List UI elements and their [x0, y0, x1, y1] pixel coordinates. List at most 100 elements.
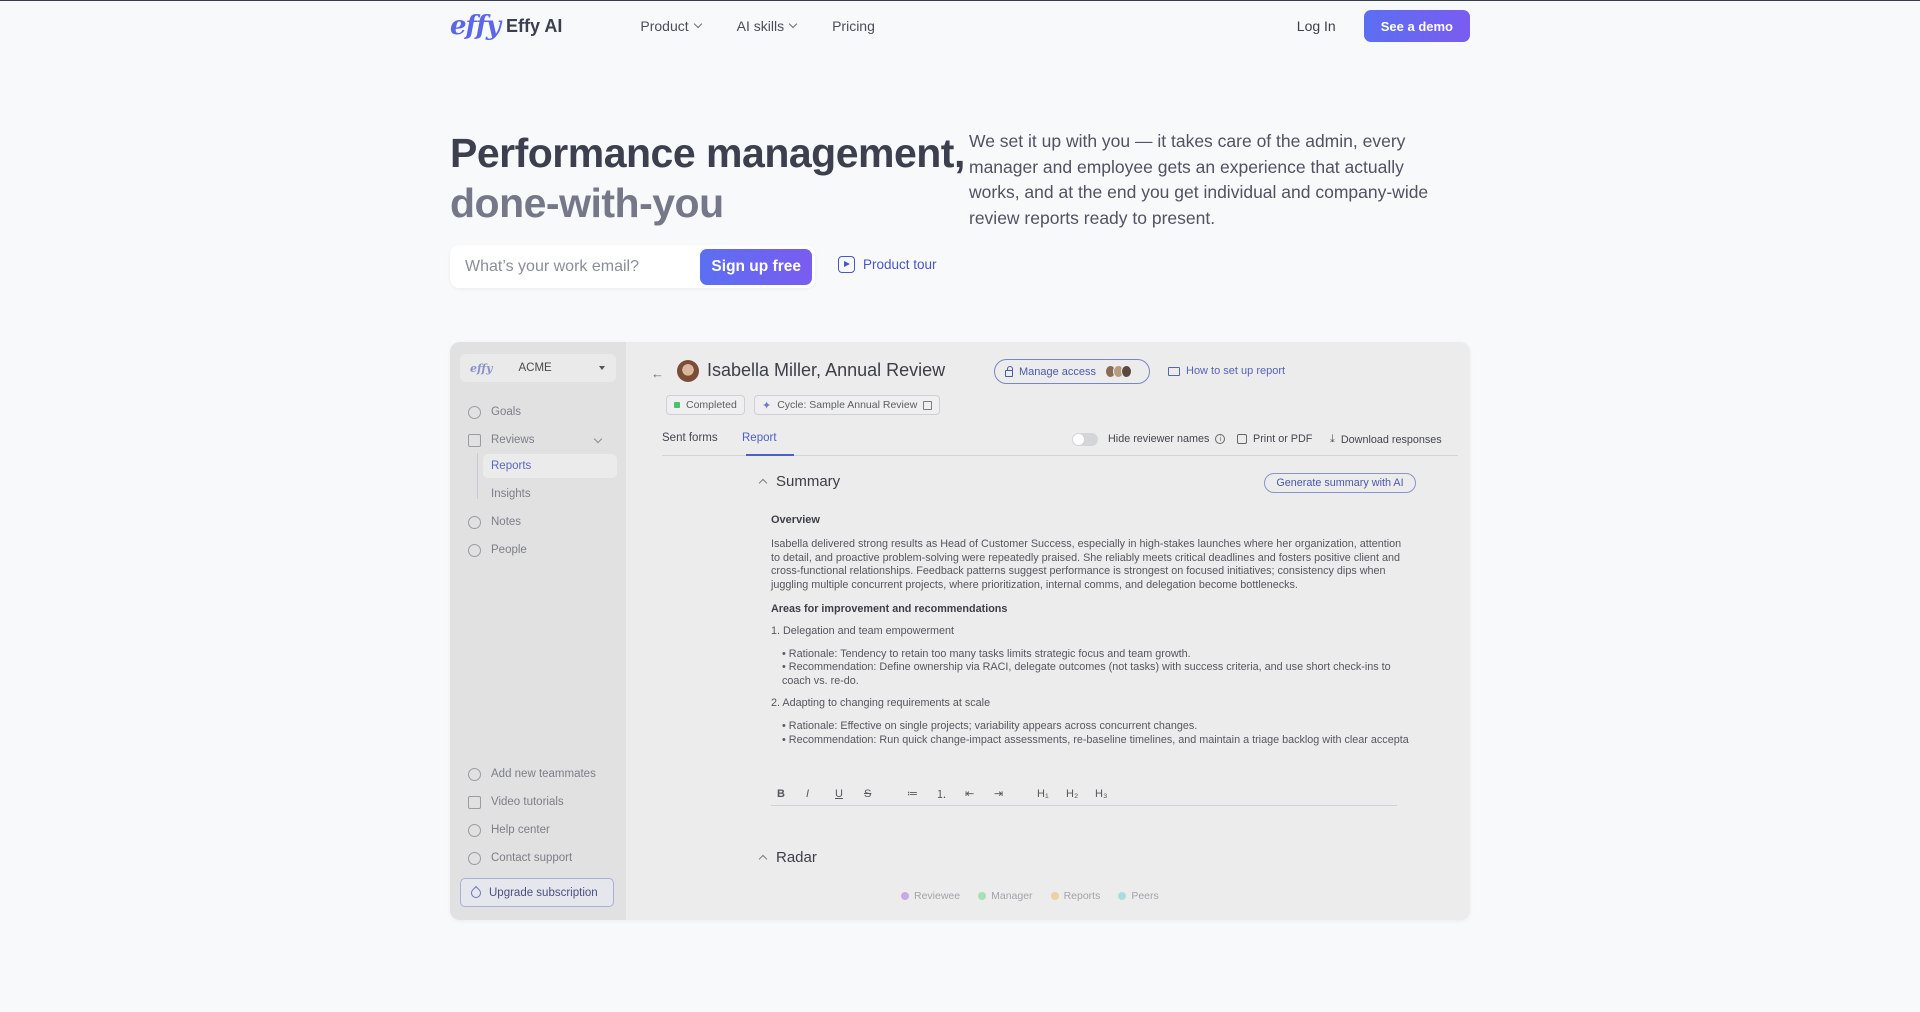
login-link[interactable]: Log In	[1297, 18, 1336, 34]
printer-icon	[1237, 434, 1247, 444]
back-arrow-icon[interactable]: ←	[651, 366, 664, 381]
sidebar-item-label: Contact support	[491, 852, 573, 864]
strikethrough-button[interactable]: S	[858, 788, 887, 800]
org-logo: effy	[470, 361, 493, 375]
generate-summary-button[interactable]: Generate summary with AI	[1264, 473, 1416, 493]
nav-ai-skills-label: AI skills	[736, 18, 785, 34]
cycle-badge[interactable]: ✦ Cycle: Sample Annual Review	[754, 395, 941, 415]
hero-title: Performance management, done-with-you	[450, 128, 965, 228]
email-field[interactable]	[450, 257, 701, 276]
heading3-button[interactable]: H₃	[1089, 788, 1118, 800]
editor-toolbar: B I U S ≔ ⒈ ⇤ ⇥ H₁ H₂ H₃	[771, 782, 1397, 806]
report-tabs: Sent forms Report Hide reviewer names i …	[662, 426, 1458, 456]
nav-product[interactable]: Product	[640, 18, 702, 34]
logo[interactable]: effy Effy AI	[450, 11, 562, 41]
download-button[interactable]: ⤓ Download responses	[1330, 433, 1442, 446]
product-tour-link[interactable]: Product tour	[838, 256, 937, 273]
improvement-item-1: 1. Delegation and team empowerment	[771, 624, 955, 637]
legend-item-peers: Peers	[1118, 890, 1159, 902]
upgrade-button[interactable]: Upgrade subscription	[460, 878, 614, 907]
summary-content[interactable]: Overview Isabella delivered strong resul…	[771, 514, 1411, 747]
bold-button[interactable]: B	[771, 788, 800, 800]
hide-names-toggle[interactable]	[1072, 433, 1098, 446]
hero-title-line1: Performance management,	[450, 130, 965, 176]
status-badge: Completed	[666, 395, 745, 415]
sidebar-item-label: Help center	[491, 824, 550, 836]
sidebar-item-label: Video tutorials	[491, 796, 564, 808]
sidebar-add-teammates[interactable]: Add new teammates	[468, 764, 596, 784]
play-icon	[838, 256, 855, 273]
signup-form: Sign up free	[450, 245, 815, 288]
manage-access-button[interactable]: Manage access	[994, 359, 1150, 384]
caret-down-icon	[599, 366, 605, 370]
info-icon: i	[1215, 434, 1226, 444]
indent-button[interactable]: ⇥	[988, 787, 1017, 800]
numbered-list-button[interactable]: ⒈	[930, 786, 959, 802]
bullet-list-button[interactable]: ≔	[901, 787, 930, 800]
access-avatars	[1105, 365, 1133, 378]
areas-heading: Areas for improvement and recommendation…	[771, 602, 1008, 615]
review-name: Annual Review	[825, 360, 946, 380]
improvement-item-2-recommendation: • Recommendation: Run quick change-impac…	[782, 733, 1409, 746]
print-button[interactable]: Print or PDF	[1237, 433, 1312, 445]
submenu-line	[477, 453, 478, 499]
improvement-item-1-rationale: • Rationale: Tendency to retain too many…	[782, 647, 1191, 660]
sidebar-item-people[interactable]: People	[468, 540, 527, 560]
hero-description: We set it up with you — it takes care of…	[969, 131, 1429, 228]
target-icon	[468, 405, 481, 419]
download-icon: ⤓	[1330, 433, 1335, 445]
logo-mark: effy	[450, 11, 501, 41]
sparkle-icon: ✦	[762, 399, 772, 412]
status-label: Completed	[686, 399, 737, 411]
avatar	[677, 360, 699, 382]
support-icon	[468, 851, 481, 865]
how-to-link[interactable]: How to set up report	[1168, 365, 1285, 377]
book-icon	[1168, 366, 1180, 376]
sidebar-contact-support[interactable]: Contact support	[468, 848, 572, 868]
sidebar-help-center[interactable]: Help center	[468, 820, 550, 840]
sidebar-item-reviews[interactable]: Reviews	[468, 430, 534, 450]
rocket-icon	[468, 885, 484, 900]
outdent-button[interactable]: ⇤	[959, 787, 988, 800]
help-icon	[468, 823, 481, 837]
avatar	[1121, 365, 1133, 378]
underline-button[interactable]: U	[829, 788, 858, 800]
nav-ai-skills[interactable]: AI skills	[736, 18, 798, 34]
radar-legend: Reviewee Manager Reports Peers	[901, 890, 1159, 902]
sidebar-item-notes[interactable]: Notes	[468, 512, 521, 532]
nav-pricing[interactable]: Pricing	[832, 18, 875, 34]
legend-item-reviewee: Reviewee	[901, 890, 960, 902]
sidebar-item-insights[interactable]: Insights	[483, 482, 617, 506]
chevron-up-icon	[758, 854, 768, 864]
signup-button[interactable]: Sign up free	[700, 248, 812, 285]
add-user-icon	[468, 767, 481, 781]
sidebar-item-goals[interactable]: Goals	[468, 402, 521, 422]
top-border	[0, 0, 1920, 1]
sidebar-video-tutorials[interactable]: Video tutorials	[468, 792, 564, 812]
hide-names-label: Hide reviewer names	[1108, 433, 1210, 445]
tab-report[interactable]: Report	[742, 432, 777, 444]
sidebar-item-label: Add new teammates	[491, 768, 596, 780]
tab-sent-forms[interactable]: Sent forms	[662, 432, 718, 444]
sidebar-item-label: People	[491, 544, 527, 556]
lock-icon	[1005, 365, 1013, 377]
see-demo-button[interactable]: See a demo	[1363, 10, 1470, 42]
clipboard-icon	[468, 433, 481, 447]
app-preview: effy ACME Goals Reviews Reports Insights…	[450, 342, 1470, 920]
overview-heading: Overview	[771, 514, 820, 526]
heading2-button[interactable]: H₂	[1060, 788, 1089, 800]
legend-label: Manager	[991, 890, 1033, 902]
overview-text: Isabella delivered strong results as Hea…	[771, 537, 1402, 592]
radar-section-toggle[interactable]: Radar	[758, 849, 817, 866]
summary-heading: Summary	[776, 473, 841, 490]
summary-section-toggle[interactable]: Summary	[758, 473, 841, 490]
chevron-down-icon	[788, 19, 798, 29]
legend-item-manager: Manager	[978, 890, 1033, 902]
external-link-icon	[923, 400, 933, 410]
org-switcher[interactable]: effy ACME	[460, 354, 616, 382]
sidebar-item-label: Reviews	[491, 434, 535, 446]
italic-button[interactable]: I	[800, 788, 829, 800]
heading1-button[interactable]: H₁	[1031, 788, 1060, 800]
chevron-down-icon	[693, 19, 702, 29]
sidebar-item-reports[interactable]: Reports	[483, 454, 617, 478]
